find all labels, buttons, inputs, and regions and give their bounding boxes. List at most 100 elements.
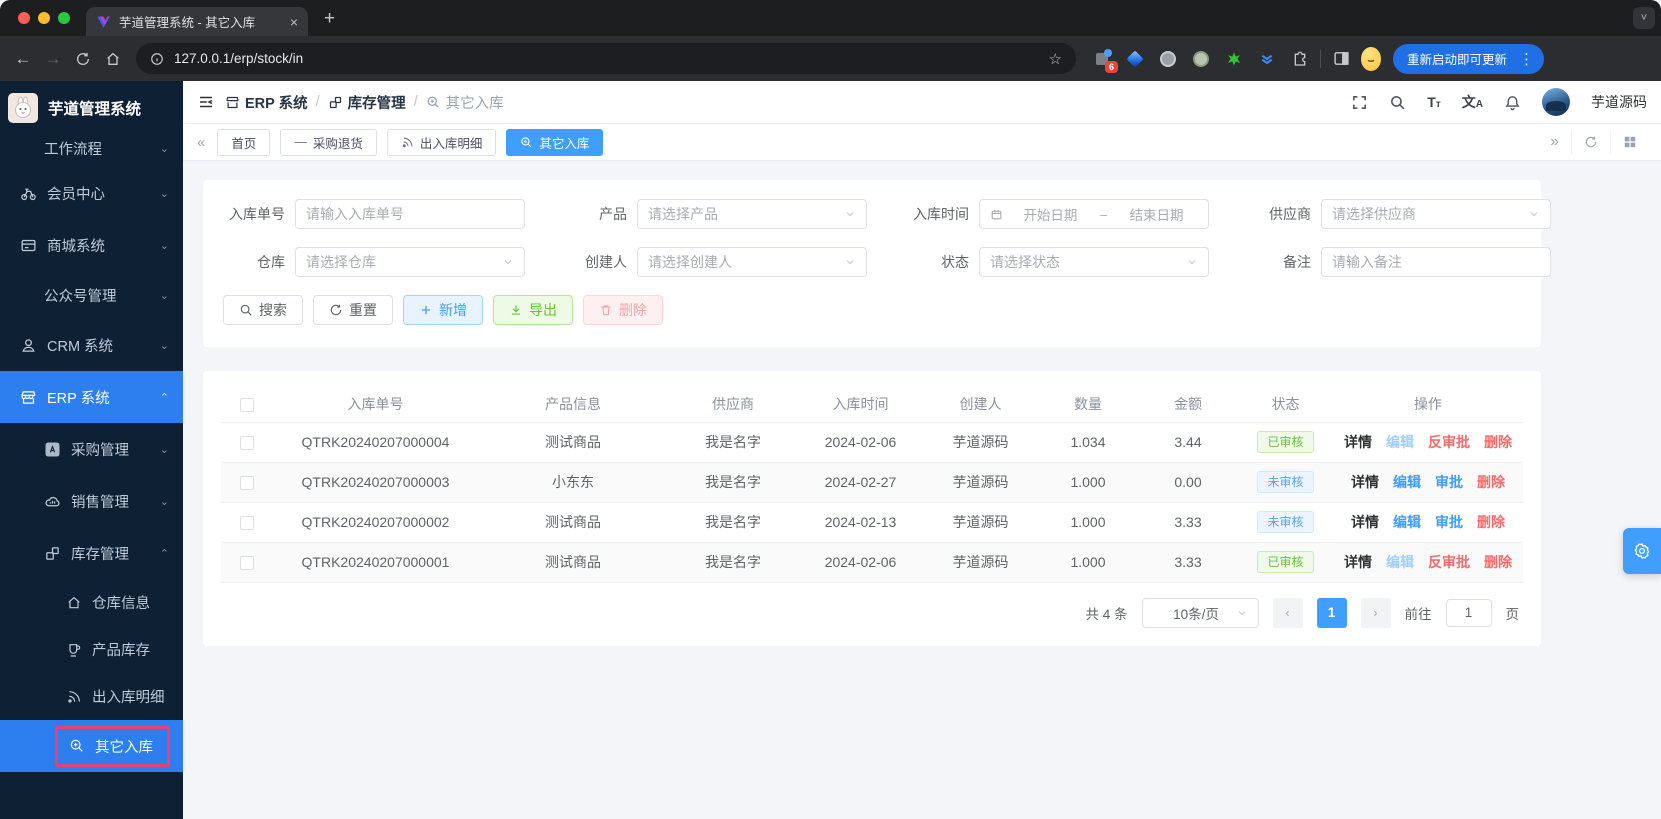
- extension-icon-recorder[interactable]: [1191, 49, 1211, 69]
- extension-icon-chevrons[interactable]: [1257, 49, 1277, 69]
- profile-avatar[interactable]: [1361, 49, 1381, 69]
- goto-page-input[interactable]: [1446, 599, 1492, 627]
- detail-link[interactable]: 详情: [1351, 514, 1379, 530]
- app-logo-row[interactable]: 芋道管理系统: [0, 81, 183, 129]
- window-zoom-button[interactable]: [58, 12, 70, 24]
- search-button[interactable]: 搜索: [223, 295, 303, 325]
- sidebar-item-stock-in[interactable]: 其它入库: [0, 720, 183, 772]
- window-close-button[interactable]: [18, 12, 30, 24]
- row-checkbox[interactable]: [240, 436, 254, 450]
- back-button[interactable]: ←: [8, 44, 38, 74]
- address-bar[interactable]: 127.0.0.1/erp/stock/in ☆: [136, 43, 1076, 74]
- extensions-puzzle-button[interactable]: [1290, 49, 1310, 69]
- font-size-button[interactable]: Tт: [1427, 94, 1440, 110]
- new-tab-button[interactable]: +: [324, 8, 335, 30]
- sidebar-item-stock[interactable]: 库存管理 ⌃: [0, 527, 183, 579]
- delete-link[interactable]: 删除: [1484, 554, 1512, 570]
- detail-link[interactable]: 详情: [1344, 434, 1372, 450]
- site-info-icon[interactable]: [150, 52, 164, 66]
- reload-button[interactable]: [68, 44, 98, 74]
- breadcrumb-stock[interactable]: 库存管理: [328, 92, 406, 113]
- sidebar-item-label: CRM 系统: [47, 335, 150, 356]
- next-page-button[interactable]: ›: [1361, 598, 1391, 628]
- tag-stock-record[interactable]: 出入库明细: [387, 129, 497, 156]
- side-panel-button[interactable]: [1331, 49, 1351, 69]
- row-checkbox[interactable]: [240, 476, 254, 490]
- supplier-select[interactable]: 请选择供应商: [1321, 199, 1551, 229]
- sidebar-item-mp[interactable]: 公众号管理 ⌄: [0, 271, 183, 319]
- tab-strip-chevron-icon[interactable]: ˅: [1633, 7, 1655, 29]
- main-area: ERP 系统 / 库存管理 / 其它入库: [183, 81, 1661, 819]
- sidebar-item-workflow[interactable]: 工作流程 ⌄: [0, 129, 183, 167]
- username[interactable]: 芋道源码: [1591, 92, 1647, 112]
- notifications-button[interactable]: [1504, 94, 1521, 111]
- select-all-checkbox[interactable]: [240, 398, 254, 412]
- delete-link[interactable]: 删除: [1477, 474, 1505, 490]
- window-minimize-button[interactable]: [38, 12, 50, 24]
- tab-close-icon[interactable]: ×: [290, 14, 298, 30]
- extension-icon-star[interactable]: [1224, 49, 1244, 69]
- edit-link[interactable]: 编辑: [1393, 514, 1421, 530]
- page-size-select[interactable]: 10条/页: [1142, 598, 1259, 628]
- sidebar-item-warehouse[interactable]: 仓库信息: [0, 579, 183, 626]
- locale-button[interactable]: 文A: [1462, 92, 1483, 112]
- sidebar-item-erp[interactable]: ERP 系统 ⌃: [0, 371, 183, 423]
- sidebar-item-stock-record[interactable]: 出入库明细: [0, 673, 183, 720]
- tags-scroll-right-button[interactable]: »: [1538, 130, 1571, 154]
- edit-link[interactable]: 编辑: [1386, 434, 1414, 450]
- tags-layout-button[interactable]: [1610, 130, 1649, 154]
- browser-menu-kebab-icon[interactable]: ⋮: [1515, 50, 1538, 68]
- sidebar-item-crm[interactable]: CRM 系统 ⌄: [0, 319, 183, 371]
- sidebar-item-product-stock[interactable]: 产品库存: [0, 626, 183, 673]
- sidebar-item-mall[interactable]: 商城系统 ⌄: [0, 219, 183, 271]
- search-button[interactable]: [1389, 94, 1406, 111]
- detail-link[interactable]: 详情: [1344, 554, 1372, 570]
- reset-button[interactable]: 重置: [313, 295, 393, 325]
- remark-input[interactable]: [1332, 254, 1540, 270]
- approve-link[interactable]: 审批: [1435, 474, 1463, 490]
- menu-fold-button[interactable]: [197, 93, 215, 111]
- tags-refresh-button[interactable]: [1571, 130, 1610, 154]
- extension-icon-gem[interactable]: [1125, 49, 1145, 69]
- approve-link[interactable]: 审批: [1435, 514, 1463, 530]
- detail-link[interactable]: 详情: [1351, 474, 1379, 490]
- product-select[interactable]: 请选择产品: [637, 199, 867, 229]
- unapprove-link[interactable]: 反审批: [1428, 434, 1470, 450]
- status-select[interactable]: 请选择状态: [979, 247, 1209, 277]
- sidebar-item-member[interactable]: 会员中心 ⌄: [0, 167, 183, 219]
- edit-link[interactable]: 编辑: [1393, 474, 1421, 490]
- delete-button[interactable]: 删除: [583, 295, 663, 325]
- browser-tab[interactable]: 芋道管理系统 - 其它入库 ×: [86, 7, 308, 36]
- current-page-button[interactable]: 1: [1317, 598, 1347, 628]
- export-button[interactable]: 导出: [493, 295, 573, 325]
- delete-link[interactable]: 删除: [1484, 434, 1512, 450]
- fullscreen-button[interactable]: [1351, 94, 1368, 111]
- add-button[interactable]: 新增: [403, 295, 483, 325]
- extension-icon-tabs[interactable]: 6: [1092, 49, 1112, 69]
- delete-link[interactable]: 删除: [1477, 514, 1505, 530]
- edit-link[interactable]: 编辑: [1386, 554, 1414, 570]
- breadcrumb-erp[interactable]: ERP 系统: [225, 92, 308, 113]
- sidebar-item-sale[interactable]: 销售管理 ⌄: [0, 475, 183, 527]
- tag-purchase-return[interactable]: — 采购退货: [280, 129, 377, 156]
- bookmark-star-icon[interactable]: ☆: [1049, 50, 1062, 68]
- order-no-input[interactable]: [306, 206, 514, 222]
- tag-home[interactable]: 首页: [217, 129, 270, 156]
- in-time-daterange[interactable]: 开始日期 – 结束日期: [979, 199, 1209, 229]
- browser-update-button[interactable]: 重新启动即可更新 ⋮: [1393, 44, 1544, 74]
- forward-button[interactable]: →: [38, 44, 68, 74]
- row-checkbox[interactable]: [240, 556, 254, 570]
- warehouse-select[interactable]: 请选择仓库: [295, 247, 525, 277]
- prev-page-button[interactable]: ‹: [1273, 598, 1303, 628]
- extension-icon-camera[interactable]: [1158, 49, 1178, 69]
- creator-select[interactable]: 请选择创建人: [637, 247, 867, 277]
- home-button[interactable]: [98, 44, 128, 74]
- row-checkbox[interactable]: [240, 516, 254, 530]
- user-avatar[interactable]: [1542, 88, 1570, 116]
- unapprove-link[interactable]: 反审批: [1428, 554, 1470, 570]
- tag-stock-in[interactable]: 其它入库: [506, 129, 603, 156]
- sidebar-item-purchase[interactable]: 采购管理 ⌄: [0, 423, 183, 475]
- tags-scroll-left-button[interactable]: «: [195, 134, 207, 151]
- theme-settings-button[interactable]: [1623, 528, 1661, 574]
- cell-time: 2024-02-06: [798, 422, 923, 462]
